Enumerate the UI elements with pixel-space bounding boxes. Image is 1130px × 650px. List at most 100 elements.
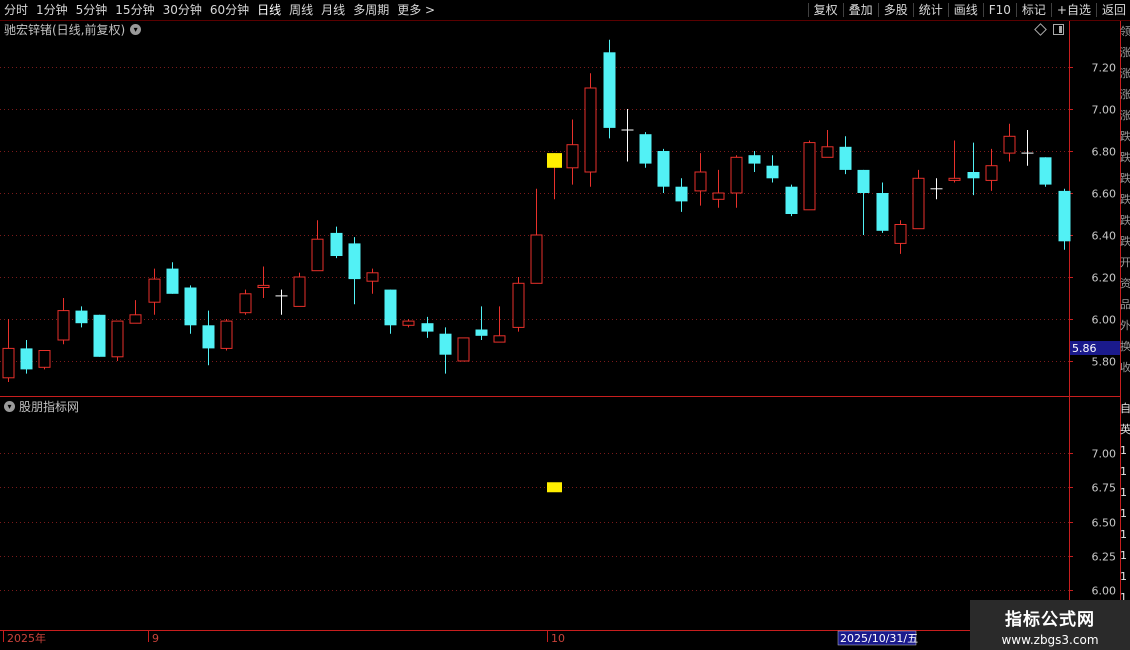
candle-body — [20, 348, 33, 370]
candle-body — [967, 172, 980, 179]
candle-body — [803, 142, 816, 211]
candle-body — [75, 310, 88, 324]
candle-body — [402, 320, 415, 326]
x-tick-label: 2025年 — [7, 631, 46, 645]
indicator-marker — [547, 482, 562, 493]
sub-y-tick-label: 6.50 — [1092, 517, 1117, 530]
candle-body — [129, 314, 142, 324]
side-panel-char: 涨 — [1120, 109, 1130, 122]
candle-body — [821, 146, 834, 158]
side-panel-char: 跌 — [1120, 235, 1130, 248]
watermark-url: www.zbgs3.com — [1001, 633, 1099, 647]
sub-y-tick-label: 7.00 — [1092, 448, 1117, 461]
side-panel-char: 涨 — [1120, 88, 1130, 101]
candle-body — [366, 272, 379, 282]
candle-body — [166, 268, 179, 294]
candle-body — [839, 146, 852, 170]
candle-body — [257, 284, 270, 288]
candle-body — [1003, 135, 1016, 154]
side-panel-char: 1 — [1120, 528, 1127, 541]
side-panel-char: 1 — [1120, 465, 1127, 478]
side-panel-spacer — [1120, 378, 1130, 398]
candle-body — [202, 325, 215, 349]
candle-body — [912, 177, 925, 230]
side-panel-char: 跌 — [1120, 214, 1130, 227]
cursor-date: 2025/10/31/五 — [840, 632, 918, 645]
candle-body — [603, 52, 616, 128]
side-panel-char: 资 — [1120, 277, 1130, 290]
candle-body — [439, 333, 452, 355]
candle-body — [348, 243, 361, 280]
candle-body — [694, 171, 707, 192]
side-panel-char: 外 — [1120, 319, 1130, 332]
candle-body — [876, 193, 889, 231]
side-panel-char: 品 — [1120, 298, 1130, 311]
candle-body — [730, 156, 743, 194]
candle-body — [547, 153, 562, 168]
candle-body — [894, 224, 907, 244]
side-panel-char: 换 — [1120, 340, 1130, 353]
candle-body — [111, 320, 124, 358]
right-side-panel[interactable]: 领涨涨涨涨跌跌跌跌跌跌开资品外换收自英111111111 — [1120, 21, 1130, 641]
candle-body — [785, 186, 798, 214]
candle-body — [1039, 157, 1052, 185]
candle-body — [530, 234, 543, 284]
candle-body — [311, 238, 324, 272]
candle-body — [384, 289, 397, 326]
side-panel-char: 自 — [1120, 402, 1130, 415]
x-tick-label: 9 — [152, 632, 159, 645]
candle-body — [293, 276, 306, 307]
candle-body — [148, 278, 161, 303]
candle-body — [457, 337, 470, 362]
side-panel-char: 涨 — [1120, 67, 1130, 80]
candle-body — [566, 144, 579, 169]
watermark-logo: 指标公式网 www.zbgs3.com — [970, 600, 1130, 650]
y-tick-label: 6.40 — [1092, 230, 1117, 243]
side-panel-char: 1 — [1120, 507, 1127, 520]
side-panel-char: 领 — [1120, 25, 1130, 38]
y-tick-label: 6.20 — [1092, 272, 1117, 285]
side-panel-char: 开 — [1120, 256, 1130, 269]
side-panel-char: 1 — [1120, 486, 1127, 499]
y-tick-label: 7.20 — [1092, 62, 1117, 75]
sub-y-tick-label: 6.25 — [1092, 551, 1117, 564]
candle-body — [675, 186, 688, 202]
candle-body — [639, 134, 652, 164]
y-tick-label: 6.00 — [1092, 314, 1117, 327]
candlestick-chart[interactable]: 7.20 7.00 6.80 6.60 6.40 6.20 6.00 5.80 7.00 6.75… — [0, 0, 1130, 650]
candle-body — [38, 350, 51, 368]
candle-body — [220, 320, 233, 349]
candle-body — [57, 310, 70, 341]
y-tick-label: 5.80 — [1092, 356, 1117, 369]
y-tick-label: 6.80 — [1092, 146, 1117, 159]
side-panel-char: 收 — [1120, 361, 1130, 374]
candle-body — [712, 192, 725, 200]
y-tick-label: 7.00 — [1092, 104, 1117, 117]
candle-body — [93, 314, 106, 357]
sub-y-tick-label: 6.75 — [1092, 482, 1117, 495]
candle-body — [985, 165, 998, 181]
price-tag: 5.86 — [1072, 342, 1097, 355]
side-panel-char: 跌 — [1120, 130, 1130, 143]
candle-body — [239, 293, 252, 314]
side-panel-char: 跌 — [1120, 151, 1130, 164]
side-panel-char: 跌 — [1120, 193, 1130, 206]
side-panel-char: 1 — [1120, 570, 1127, 583]
side-panel-char: 1 — [1120, 549, 1127, 562]
side-panel-char: 跌 — [1120, 172, 1130, 185]
candle-body — [184, 287, 197, 326]
candle-body — [748, 155, 761, 164]
side-panel-char: 1 — [1120, 444, 1127, 457]
sub-y-tick-label: 6.00 — [1092, 585, 1117, 598]
candle-body — [330, 232, 343, 256]
x-tick-label: 10 — [551, 632, 565, 645]
side-panel-char: 英 — [1120, 423, 1130, 436]
candle-body — [657, 151, 670, 187]
candle-body — [475, 329, 488, 336]
candle-body — [421, 323, 434, 332]
candle-body — [857, 169, 870, 193]
y-tick-label: 6.60 — [1092, 188, 1117, 201]
candle-body — [1058, 190, 1071, 242]
side-panel-char: 涨 — [1120, 46, 1130, 59]
candle-body — [948, 177, 961, 181]
